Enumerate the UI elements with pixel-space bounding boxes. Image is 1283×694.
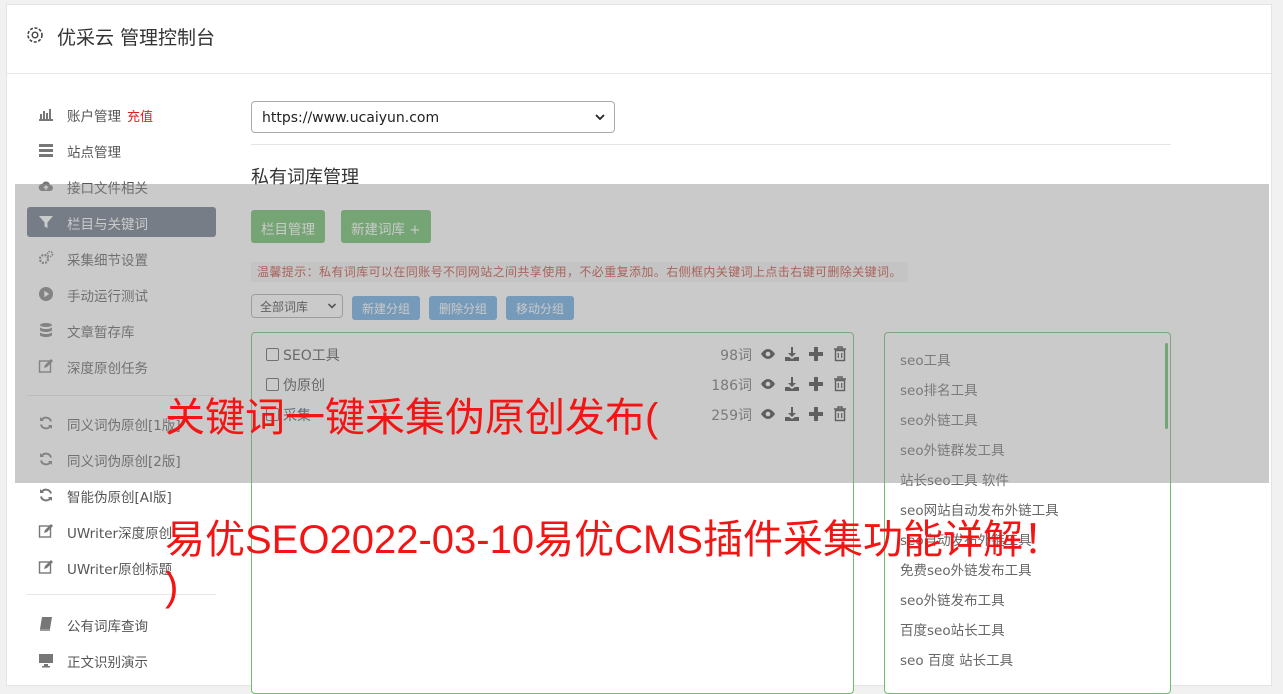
sidebar-item-ai-rewrite[interactable]: 智能伪原创[AI版] (27, 480, 216, 510)
keyword-item[interactable]: seo外链发布工具 (900, 589, 1005, 609)
sidebar-item-sites[interactable]: 站点管理 (27, 135, 216, 165)
sidebar-item-label: UWriter原创标题 (67, 562, 173, 578)
overlay-title-line1: 关键词一键采集伪原创发布( (165, 396, 659, 440)
site-select[interactable]: https://www.ucaiyun.com (251, 101, 615, 133)
overlay-title-line2: 易优SEO2022-03-10易优CMS插件采集功能详解！ (165, 518, 1063, 562)
sidebar-divider (27, 594, 216, 595)
sidebar-item-public-library[interactable]: 公有词库查询 (27, 609, 216, 639)
sidebar-item-label: 站点管理 (67, 145, 121, 161)
page-title: 优采云 管理控制台 (57, 27, 216, 49)
sidebar-item-label: 正文识别演示 (67, 655, 148, 671)
server-icon (39, 144, 53, 157)
refresh-icon (40, 488, 52, 502)
monitor-icon (39, 654, 53, 668)
sidebar-item-label: UWriter深度原创 (67, 526, 173, 542)
sidebar-item-label: 账户管理 (67, 109, 121, 125)
sidebar-item-label: 智能伪原创[AI版] (67, 490, 172, 506)
sidebar-item-text-recognition[interactable]: 正文识别演示 (27, 645, 216, 675)
section-divider (251, 144, 1171, 145)
keyword-item[interactable]: 百度seo站长工具 (900, 619, 1005, 639)
edit-icon (38, 524, 53, 538)
site-select-value: https://www.ucaiyun.com (262, 110, 440, 126)
page-header: 优采云 管理控制台 (7, 5, 1271, 74)
sidebar-item-account[interactable]: 账户管理 充值 (27, 99, 216, 129)
sidebar-item-label: 公有词库查询 (67, 619, 148, 635)
edit-icon (38, 560, 53, 574)
keyword-item[interactable]: seo 百度 站长工具 (900, 649, 1013, 669)
overlay-title-line3: ) (165, 565, 179, 609)
bar-chart-icon (39, 109, 53, 121)
recharge-link[interactable]: 充值 (127, 110, 153, 125)
book-icon (40, 617, 52, 631)
gear-icon (27, 27, 43, 43)
chevron-down-icon (595, 114, 605, 121)
